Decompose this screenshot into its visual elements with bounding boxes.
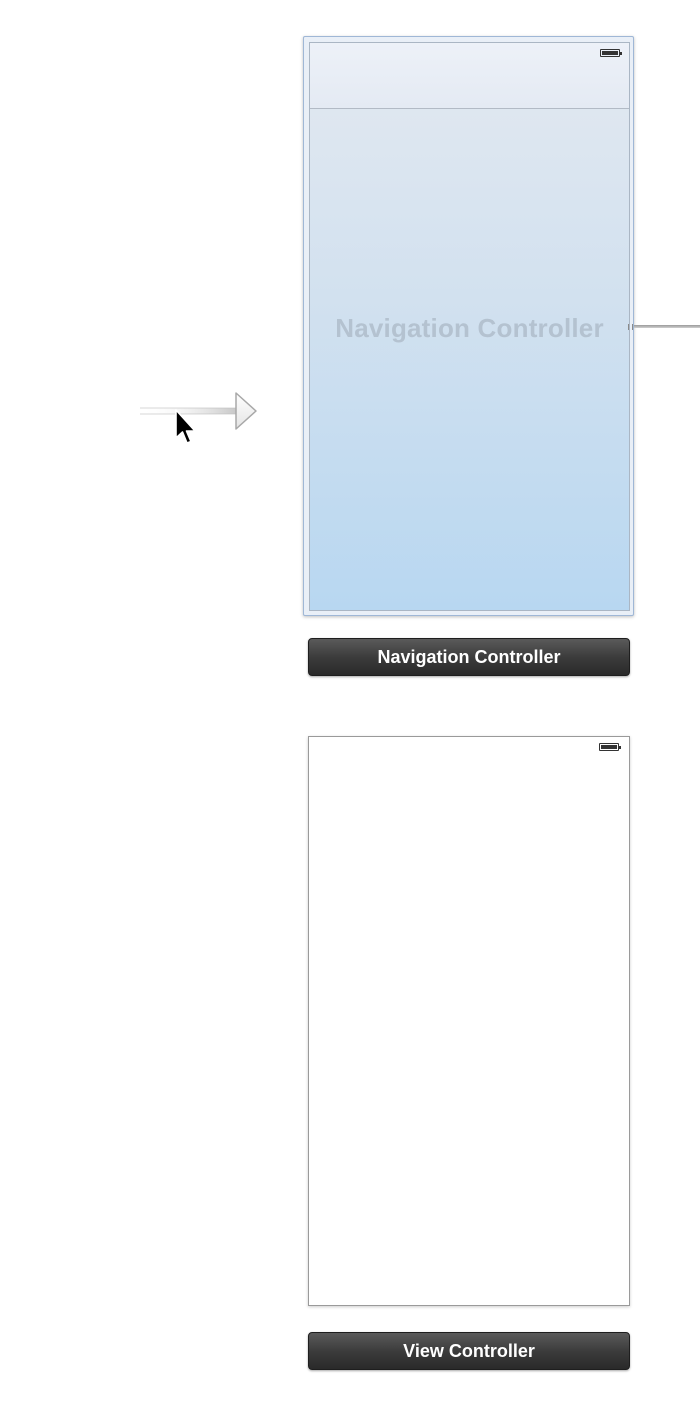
initial-scene-arrow-icon[interactable] [140,390,262,432]
battery-icon [599,743,621,751]
navigation-controller-label[interactable]: Navigation Controller [308,638,630,676]
navigation-controller-watermark: Navigation Controller [335,313,604,343]
battery-icon [600,49,622,57]
navigation-controller-view[interactable]: Navigation Controller [309,42,630,611]
segue-connector-line [634,325,700,328]
navigation-controller-scene[interactable]: Navigation Controller [303,36,634,616]
view-controller-scene[interactable] [308,736,630,1306]
navigation-bar[interactable] [310,43,629,109]
relationship-segue-connector[interactable] [628,324,700,330]
view-controller-label[interactable]: View Controller [308,1332,630,1370]
storyboard-canvas[interactable]: Navigation Controller Navigation Control… [0,0,700,1408]
segue-connector-cap [628,324,633,330]
mouse-pointer-icon [175,409,196,444]
